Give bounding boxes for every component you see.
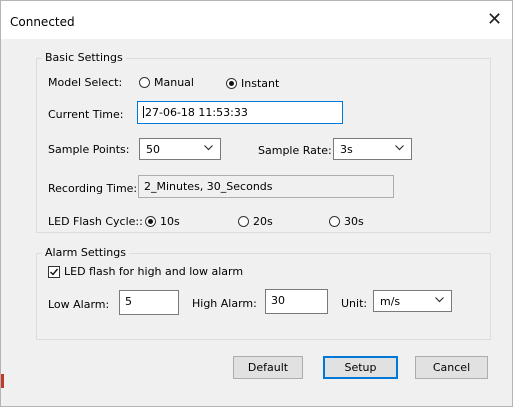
radio-led-10s[interactable]: 10s	[145, 215, 180, 228]
close-icon[interactable]: ✕	[487, 11, 502, 29]
chevron-down-icon	[204, 145, 213, 151]
radio-manual-circle	[139, 77, 150, 88]
unit-select[interactable]: m/s	[373, 290, 452, 312]
current-time-value: 27-06-18 11:53:33	[145, 106, 248, 119]
sample-rate-value: 3s	[340, 143, 353, 156]
radio-led-20s-circle	[238, 216, 249, 227]
radio-manual-label: Manual	[154, 76, 194, 89]
radio-instant-circle	[226, 78, 237, 89]
led-alarm-checkbox[interactable]: LED flash for high and low alarm	[48, 265, 243, 278]
high-alarm-label: High Alarm:	[192, 297, 257, 310]
sample-points-select[interactable]: 50	[139, 138, 221, 160]
background-artifact	[1, 374, 4, 388]
radio-instant-label: Instant	[241, 77, 280, 90]
unit-label: Unit:	[341, 297, 368, 310]
radio-led-30s-circle	[329, 216, 340, 227]
title-bar: Connected ✕	[1, 1, 512, 39]
recording-time-label: Recording Time:	[48, 182, 138, 195]
sample-points-label: Sample Points:	[48, 143, 130, 156]
high-alarm-input[interactable]: 30	[265, 289, 328, 314]
current-time-label: Current Time:	[48, 108, 124, 121]
model-select-label: Model Select:	[48, 76, 123, 89]
recording-time-value: 2_Minutes, 30_Seconds	[144, 180, 273, 193]
radio-led-30s[interactable]: 30s	[329, 215, 364, 228]
check-icon	[50, 268, 59, 276]
dialog-window: Connected ✕ Basic Settings Model Select:…	[0, 0, 513, 407]
radio-led-30s-label: 30s	[344, 215, 364, 228]
setup-button[interactable]: Setup	[323, 356, 398, 379]
default-button[interactable]: Default	[233, 356, 303, 379]
recording-time-field: 2_Minutes, 30_Seconds	[138, 175, 394, 198]
high-alarm-value: 30	[271, 294, 285, 307]
basic-settings-legend: Basic Settings	[42, 51, 126, 64]
text-caret	[143, 106, 144, 118]
radio-led-20s[interactable]: 20s	[238, 215, 273, 228]
sample-rate-select[interactable]: 3s	[333, 138, 412, 160]
chevron-down-icon	[395, 145, 404, 151]
unit-value: m/s	[380, 295, 401, 308]
current-time-input[interactable]: 27-06-18 11:53:33	[137, 101, 343, 124]
alarm-settings-legend: Alarm Settings	[42, 246, 129, 259]
radio-led-20s-label: 20s	[253, 215, 273, 228]
window-title: Connected	[10, 15, 75, 29]
radio-manual[interactable]: Manual	[139, 76, 194, 89]
radio-led-10s-label: 10s	[160, 215, 180, 228]
checkbox-box	[48, 265, 60, 278]
radio-led-10s-circle	[145, 216, 156, 227]
sample-rate-label: Sample Rate:	[258, 144, 332, 157]
sample-points-value: 50	[146, 143, 160, 156]
led-flash-cycle-label: LED Flash Cycle::	[48, 215, 143, 228]
chevron-down-icon	[435, 297, 444, 303]
led-alarm-label: LED flash for high and low alarm	[64, 265, 244, 278]
radio-instant[interactable]: Instant	[226, 77, 279, 90]
low-alarm-value: 5	[125, 295, 132, 308]
low-alarm-input[interactable]: 5	[119, 290, 179, 315]
cancel-button[interactable]: Cancel	[415, 356, 488, 379]
low-alarm-label: Low Alarm:	[48, 298, 110, 311]
